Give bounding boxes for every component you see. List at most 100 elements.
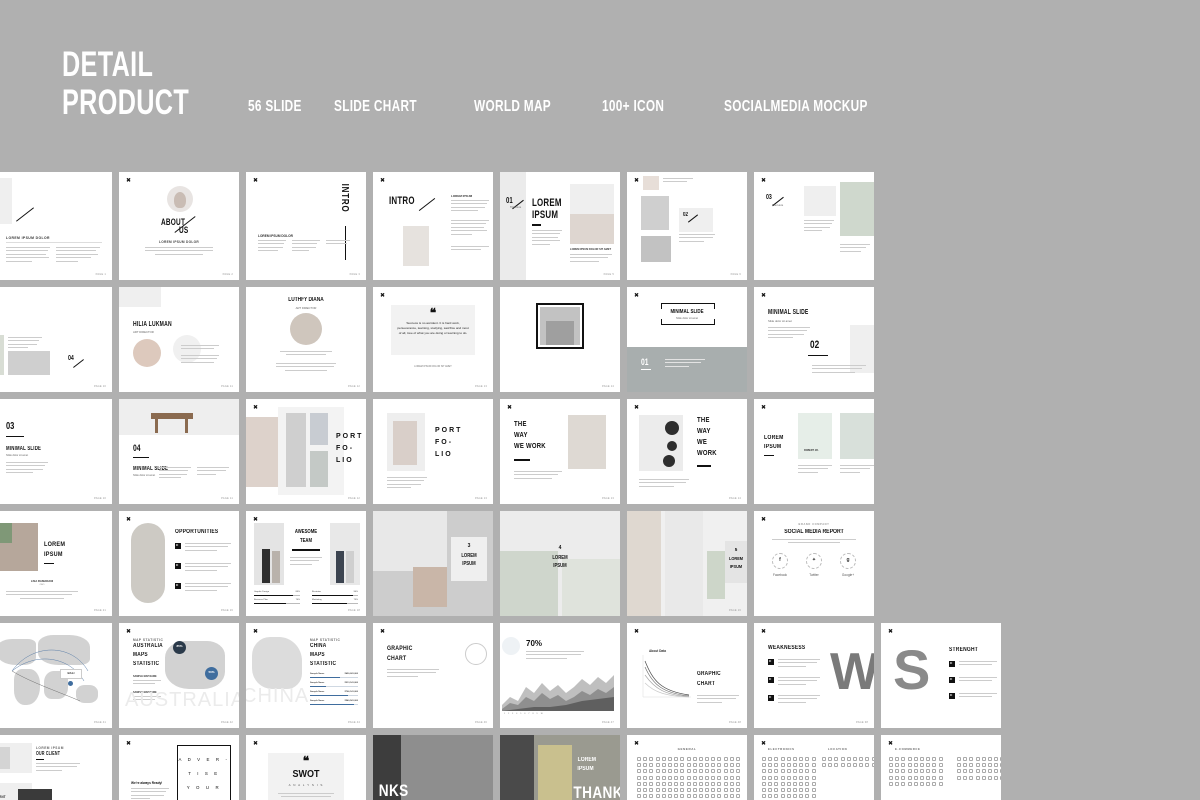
- map-heading-1: AUSTRALIA: [133, 643, 163, 649]
- crop-mark-icon: [380, 178, 385, 183]
- slide-heading: MINIMAL SLIDE: [670, 309, 704, 315]
- slide-world-map[interactable]: BALI PAGE 41: [0, 623, 112, 728]
- googleplus-label: Google+: [841, 573, 855, 577]
- slide-profile-hilia[interactable]: HILIA LUKMAN ART DIRECTOR PAGE 11: [119, 287, 239, 392]
- quote-mark-icon: ❝: [302, 754, 310, 768]
- portfolio-line-1: PORT: [435, 427, 463, 434]
- slide-heading-2: IPSUM: [553, 563, 567, 569]
- page-number: PAGE 13: [601, 497, 614, 500]
- chart-heading-2: CHART: [697, 681, 715, 687]
- slide-section-3[interactable]: 3 LOREM IPSUM: [373, 511, 493, 616]
- slide-opportunities[interactable]: OPPORTUNITIES PAGE 16: [119, 511, 239, 616]
- slide-graphic-chart[interactable]: GRAPHIC CHART PAGE 46: [373, 623, 493, 728]
- slide-section-5[interactable]: 5 LOREM IPSUM PAGE 16: [627, 511, 747, 616]
- slide-awesome-team[interactable]: AWESOME TEAM Graphic Design 85% Business…: [246, 511, 366, 616]
- icon-grid-electronics: [762, 757, 816, 800]
- slide-subtitle: Slide dolor sit amet: [133, 474, 156, 477]
- slide-lorem-ipsum-cards[interactable]: LOREM IPSUM ROBERT JR.: [754, 399, 874, 504]
- slide-the-way-we-work[interactable]: THE WAY WE WORK PAGE 13: [500, 399, 620, 504]
- slide-percent-chart[interactable]: 70% 1 2 3 4 5 6 7 8 9 10 PAGE 47: [500, 623, 620, 728]
- stat-value: $766,141,000: [344, 691, 358, 693]
- swot-letter: W: [830, 643, 874, 701]
- crop-mark-icon: [380, 629, 385, 634]
- slide-thanks-2[interactable]: LOREM IPSUM THANKS: [500, 735, 620, 800]
- slide-intro[interactable]: INTRO LOREM IPSUM: [373, 172, 493, 280]
- slide-cover-text[interactable]: LOREM IPSUM DOLOR PAGE 1: [0, 172, 112, 280]
- section-number: 04: [133, 443, 141, 453]
- flight-path-lines: [11, 649, 89, 702]
- map-pin-value-1: 85%: [176, 644, 183, 648]
- slide-profile-luthfy[interactable]: LUTHFY DIANA ART DIRECTOR PAGE 12: [246, 287, 366, 392]
- intro-heading: INTRO: [389, 195, 415, 207]
- chart-heading-1: GRAPHIC: [387, 645, 413, 652]
- slide-advertise[interactable]: We're always Ready! A D V E R - T I S E …: [119, 735, 239, 800]
- slide-minimal-02[interactable]: MINIMAL SLIDE Slide dolor sit amet 02: [754, 287, 874, 392]
- crop-mark-icon: [253, 405, 258, 410]
- page-number: PAGE 47: [601, 721, 614, 724]
- portfolio-line-3: LIO: [435, 451, 453, 458]
- slide-minimal-01[interactable]: MINIMAL SLIDE Slide dolor sit amet 01: [627, 287, 747, 392]
- map-heading-3: STATISTIC: [310, 661, 337, 667]
- slide-thanks-1[interactable]: NKS: [373, 735, 493, 800]
- bullet-icon-3: [768, 694, 774, 701]
- slide-section-4[interactable]: 4 LOREM IPSUM: [500, 511, 620, 616]
- slide-social-media-report[interactable]: BRAND COMPANY SOCIAL MEDIA REPORT f Face…: [754, 511, 874, 616]
- advertise-line-2: T I S E: [188, 771, 220, 776]
- slide-strength[interactable]: S STRENGHT: [881, 623, 1001, 728]
- slide-intro-vertical[interactable]: INTRO LOREM IPSUM DOLOR PAGE 3: [246, 172, 366, 280]
- person-name: LISA RAMADANI: [30, 579, 54, 583]
- slide-section-03[interactable]: 03 Title Here: [754, 172, 874, 280]
- slide-weaknesses[interactable]: WEAKNESESS W PAGE 38: [754, 623, 874, 728]
- headline-line-3: WE: [697, 439, 708, 446]
- person-name: LUTHFY DIANA: [288, 297, 324, 303]
- feature-list: 56 SLIDE SLIDE CHART WORLD MAP 100+ ICON…: [248, 98, 954, 116]
- slide-portfolio[interactable]: PORT FO- LIO PAGE 13: [373, 399, 493, 504]
- slide-icons-ecommerce[interactable]: E-COMMERCE: [881, 735, 1001, 800]
- icon-grid-location: [822, 757, 874, 768]
- slide-minimal-04[interactable]: 04 MINIMAL SLIDE Slide dolor sit amet PA…: [119, 399, 239, 504]
- slide-heading-1: LOREM: [764, 435, 784, 441]
- slide-china-maps[interactable]: CHINA MAP STATISTIC CHINA MAPS STATISTIC…: [246, 623, 366, 728]
- map-item-label-1: SAMPLE MAP NAME: [133, 675, 157, 678]
- slide-portfolio-grid[interactable]: PORT FO- LIO PAGE 12: [246, 399, 366, 504]
- page-number: PAGE 5: [603, 273, 614, 276]
- slide-icons-electronics[interactable]: ELECTRONICS LOCATION: [754, 735, 874, 800]
- slide-portrait-lorem[interactable]: LOREM IPSUM LISA RAMADANI CEO PAGE 21: [0, 511, 112, 616]
- page-number: PAGE 14: [601, 385, 614, 388]
- slide-framed-photo[interactable]: PAGE 14: [500, 287, 620, 392]
- slide-our-client[interactable]: LOREM IPSUM OUR CLIENT OUR CLIENT: [0, 735, 112, 800]
- slide-swot[interactable]: ❝ SWOT A N A L Y S I S: [246, 735, 366, 800]
- map-heading-2: MAPS: [133, 652, 148, 658]
- stat-label: Marketing: [312, 599, 322, 601]
- slide-icons-general[interactable]: GENERAL: [627, 735, 747, 800]
- crop-mark-icon: [634, 629, 639, 634]
- headline-line-1: THE: [697, 417, 710, 424]
- slide-heading-2: IPSUM: [462, 561, 476, 567]
- map-kicker: MAP STATISTIC: [133, 637, 164, 642]
- slide-moodboard[interactable]: 02 PAGE 6: [627, 172, 747, 280]
- slide-minimal-03[interactable]: 03 MINIMAL SLIDE Slide dolor sit amet PA…: [0, 399, 112, 504]
- crop-mark-icon: [761, 405, 766, 410]
- slide-australia-maps[interactable]: MAP STATISTIC AUSTRALIA MAPS STATISTIC S…: [119, 623, 239, 728]
- slide-row-4: LOREM IPSUM LISA RAMADANI CEO PAGE 21 OP…: [0, 511, 1200, 616]
- bullet-icon-3: [175, 582, 181, 589]
- slide-heading-2: IPSUM: [729, 564, 743, 569]
- crop-mark-icon: [761, 178, 766, 183]
- headline-line-3: WE WORK: [514, 443, 546, 450]
- slide-the-way-we-work-alt[interactable]: THE WAY WE WORK PAGE 14: [627, 399, 747, 504]
- slide-section-01-lorem-ipsum[interactable]: 01 Title Here LOREM IPSUM LOREM IPSUM DO…: [500, 172, 620, 280]
- person-role: ART DIRECTOR: [295, 306, 317, 310]
- feature-56-slide: 56 SLIDE: [248, 98, 302, 115]
- slide-heading: WEAKNESESS: [768, 645, 806, 651]
- slide-quote[interactable]: ❝ Success is no accident. It is hard wor…: [373, 287, 493, 392]
- crop-mark-icon: [253, 517, 258, 522]
- slide-about-us[interactable]: ABOUT US LOREM IPSUM DOLOR PAGE 2: [119, 172, 239, 280]
- page-number: PAGE 11: [221, 497, 233, 500]
- stat-label: Sample Name: [310, 691, 325, 693]
- slide-about-data-chart[interactable]: About Data GRAPHIC CHART PAGE 48: [627, 623, 747, 728]
- slide-interior-04[interactable]: 04 PAGE 10: [0, 287, 112, 392]
- crop-mark-icon: [761, 293, 766, 298]
- page-number: PAGE 16: [220, 609, 233, 612]
- section-number: 04: [68, 355, 74, 362]
- page-number: PAGE 42: [220, 721, 233, 724]
